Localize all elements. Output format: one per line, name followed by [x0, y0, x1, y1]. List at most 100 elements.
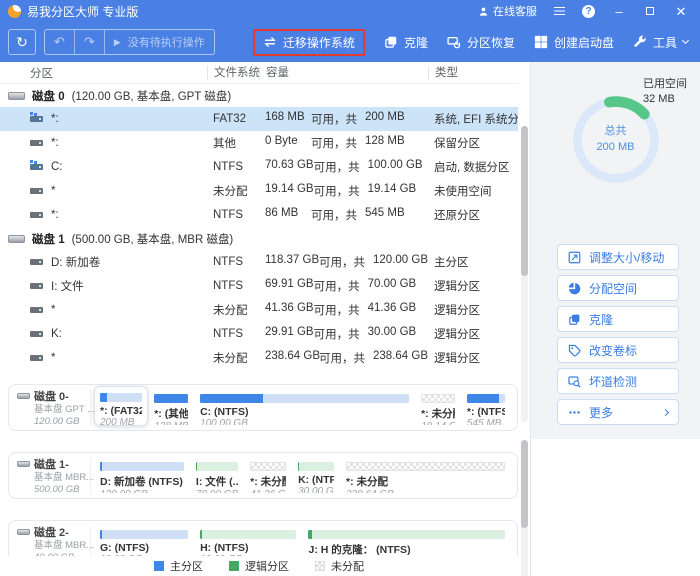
partition-row[interactable]: *未分配19.14 GB可用，共19.14 GB未使用空间: [0, 179, 518, 203]
map-scrollbar[interactable]: [521, 440, 528, 576]
disk-group-row[interactable]: 磁盘 1 (500.00 GB, 基本盘, MBR 磁盘): [0, 227, 518, 250]
partition-bar: [250, 462, 286, 471]
free-space: 238.64 GB: [265, 350, 319, 366]
available-label: 可用，共: [314, 159, 360, 175]
free-space: 41.36 GB: [265, 302, 314, 318]
refresh-button[interactable]: ↻: [8, 29, 36, 55]
free-space: 69.91 GB: [265, 278, 314, 294]
maximize-icon: [646, 7, 654, 15]
partition-name: D: 新加卷: [51, 254, 100, 270]
partition-pane: 分区 文件系统 容量 类型 磁盘 0 (120.00 GB, 基本盘, GPT …: [0, 62, 530, 576]
map-partition[interactable]: *: (其他)128 MB: [148, 389, 194, 426]
partition-name: C:: [51, 161, 63, 173]
partition-row[interactable]: *未分配41.36 GB可用，共41.36 GB逻辑分区: [0, 298, 518, 322]
clone-partition-button[interactable]: 克隆: [557, 306, 679, 332]
map-partition[interactable]: D: 新加卷 (NTFS)120.00 GB: [94, 457, 190, 494]
menu-list-icon[interactable]: [554, 7, 565, 16]
tools-button[interactable]: 工具: [633, 34, 688, 51]
drive-icon: [30, 355, 43, 361]
disk-icon: [8, 92, 25, 100]
pending-operations[interactable]: ▶ 没有待执行操作: [104, 30, 214, 54]
filesystem-cell: NTFS: [207, 328, 259, 340]
map-partition-label: H: (NTFS): [200, 542, 296, 554]
table-scrollbar[interactable]: [521, 126, 528, 422]
chevron-down-icon: [682, 37, 689, 44]
map-partition[interactable]: *: 未分配41.36 GB: [244, 457, 292, 494]
help-icon[interactable]: ?: [582, 5, 595, 18]
map-partition[interactable]: K: (NTFS)30.00 GB: [292, 457, 340, 494]
allocate-space-button[interactable]: 分配空间: [557, 275, 679, 301]
free-space: 118.37 GB: [265, 254, 319, 270]
partition-row[interactable]: C:NTFS70.63 GB可用，共100.00 GB启动, 数据分区: [0, 155, 518, 179]
map-partition-label: *: 未分配: [346, 474, 505, 489]
available-label: 可用，共: [319, 254, 365, 270]
type-cell: 启动, 数据分区: [428, 159, 518, 175]
sidebar-panel: 已用空间 32 MB 总共 200 MB 调整大小/移动: [531, 62, 700, 439]
redo-button[interactable]: ↷: [74, 30, 104, 54]
more-icon: [568, 406, 581, 419]
change-label-button[interactable]: 改变卷标: [557, 337, 679, 363]
disk-map-partitions: *: (FAT32)200 MB*: (其他)128 MBC: (NTFS)10…: [91, 389, 511, 426]
disk-map-size: 120.00 GB: [17, 416, 90, 428]
map-partition[interactable]: G: (NTFS)10.00 GB: [94, 525, 194, 556]
map-partition[interactable]: *: (FAT32)200 MB: [94, 386, 148, 426]
minimize-button[interactable]: –: [612, 4, 626, 18]
maximize-button[interactable]: [643, 4, 657, 18]
create-boot-disk-button[interactable]: 创建启动盘: [534, 34, 614, 51]
type-cell: 逻辑分区: [428, 278, 518, 294]
more-button[interactable]: 更多: [557, 399, 679, 425]
table-scrollbar-thumb[interactable]: [521, 126, 528, 276]
map-scrollbar-thumb[interactable]: [521, 440, 528, 528]
bad-sector-check-button[interactable]: 坏道检测: [557, 368, 679, 394]
map-partition[interactable]: *: 未分配238.64 GB: [340, 457, 511, 494]
migrate-os-button[interactable]: 迁移操作系统: [253, 29, 365, 56]
undo-button[interactable]: ↶: [45, 30, 74, 54]
partition-row[interactable]: D: 新加卷NTFS118.37 GB可用，共120.00 GB主分区: [0, 250, 518, 274]
allocate-icon: [568, 282, 581, 295]
map-partition[interactable]: C: (NTFS)100.00 GB: [194, 389, 415, 426]
partition-row[interactable]: *:其他0 Byte可用，共128 MB保留分区: [0, 131, 518, 155]
filesystem-cell: NTFS: [207, 161, 259, 173]
used-fill: [467, 394, 499, 403]
resize-move-button[interactable]: 调整大小/移动: [557, 244, 679, 270]
online-support-button[interactable]: 在线客服: [478, 3, 537, 19]
total-space-value: 200 MB: [597, 140, 635, 156]
clone-button[interactable]: 克隆: [384, 34, 428, 51]
drive-icon: [30, 283, 43, 289]
available-label: 可用，共: [314, 326, 360, 342]
map-partition-size: 545 MB: [467, 418, 505, 426]
map-partition[interactable]: J: H 的克隆： (NTFS)20.00 GB: [302, 525, 511, 556]
disk-map-title: 磁盘 1-: [17, 456, 90, 472]
usage-donut-chart: 总共 200 MB: [568, 92, 664, 188]
total-space: 200 MB: [365, 111, 405, 127]
partition-row[interactable]: I: 文件NTFS69.91 GB可用，共70.00 GB逻辑分区: [0, 274, 518, 298]
partition-name-cell: *:: [0, 137, 207, 149]
map-partition[interactable]: *: 未分配19.14 GB: [415, 389, 461, 426]
disk-map-label: 磁盘 2-基本盘 MBR...40.00 GB: [15, 525, 91, 556]
free-space: 19.14 GB: [265, 183, 314, 199]
map-partition[interactable]: *: (NTFS)545 MB: [461, 389, 511, 426]
map-partition-size: 30.00 GB: [298, 486, 334, 494]
disk-map-title-text: 磁盘 1-: [34, 456, 69, 472]
map-partition-label: *: 未分配: [250, 474, 286, 489]
partition-table: 磁盘 0 (120.00 GB, 基本盘, GPT 磁盘)*:FAT32168 …: [0, 84, 518, 370]
map-partition[interactable]: I: 文件 (...70.00 GB: [190, 457, 244, 494]
partition-bar: [200, 394, 409, 403]
partition-row[interactable]: *:FAT32168 MB可用，共200 MB系统, EFI 系统分区: [0, 107, 518, 131]
map-partition[interactable]: H: (NTFS)10.00 GB: [194, 525, 302, 556]
drive-icon: [30, 116, 43, 122]
partition-row[interactable]: K:NTFS29.91 GB可用，共30.00 GB逻辑分区: [0, 322, 518, 346]
available-label: 可用，共: [311, 207, 357, 223]
filesystem-cell: NTFS: [207, 280, 259, 292]
undo-icon: ↶: [54, 34, 65, 50]
disk-map-title-text: 磁盘 2-: [34, 524, 69, 540]
pending-operations-label: 没有待执行操作: [128, 34, 205, 50]
partition-bar: [100, 393, 142, 402]
disk-group-row[interactable]: 磁盘 0 (120.00 GB, 基本盘, GPT 磁盘): [0, 84, 518, 107]
close-button[interactable]: ✕: [674, 4, 688, 18]
partition-recovery-button[interactable]: 分区恢复: [447, 34, 515, 51]
partition-row[interactable]: *未分配238.64 GB可用，共238.64 GB逻辑分区: [0, 346, 518, 370]
legend-swatch-unalloc: [315, 561, 325, 571]
partition-row[interactable]: *:NTFS86 MB可用，共545 MB还原分区: [0, 203, 518, 227]
clone-icon: [568, 313, 581, 326]
